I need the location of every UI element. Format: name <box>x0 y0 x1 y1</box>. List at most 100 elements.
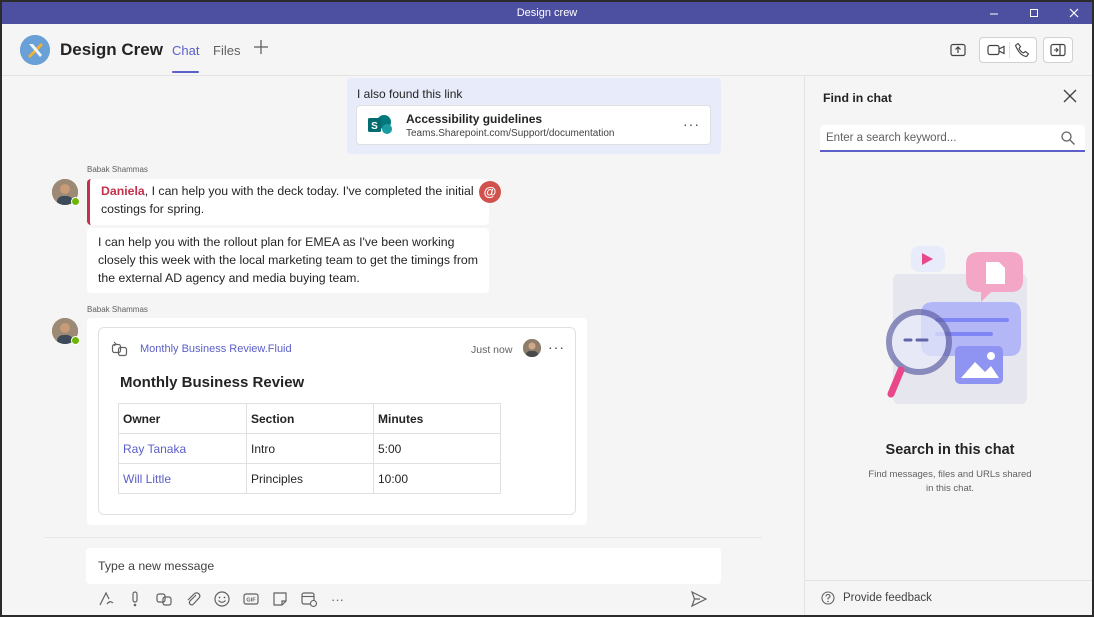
send-icon[interactable] <box>690 590 708 608</box>
table-row: Ray Tanaka Intro 5:00 <box>118 433 501 464</box>
message-text: , I can help you with the deck today. I'… <box>101 184 474 216</box>
sticker-button[interactable] <box>270 590 289 609</box>
active-tab-indicator <box>172 71 199 73</box>
attach-icon <box>187 592 200 606</box>
group-avatar <box>20 35 50 65</box>
chat-title: Design Crew <box>60 40 163 59</box>
format-icon <box>98 591 113 606</box>
svg-text:GIF: GIF <box>246 598 256 604</box>
owner-cell[interactable]: Will Little <box>118 463 247 494</box>
chat-header: Design Crew Chat Files <box>2 24 1092 76</box>
close-window-button[interactable] <box>1056 2 1092 24</box>
app-window: Design crew Design Crew Chat Files I als… <box>0 0 1094 617</box>
video-camera-icon <box>986 44 1005 56</box>
section-cell[interactable]: Intro <box>246 433 374 464</box>
link-more-options-button[interactable]: ··· <box>683 116 700 132</box>
link-title[interactable]: Accessibility guidelines <box>406 112 542 126</box>
search-illustration-icon <box>886 246 1027 404</box>
minutes-cell[interactable]: 5:00 <box>373 433 501 464</box>
person-avatar-icon <box>523 339 541 357</box>
link-url: Teams.Sharepoint.com/Support/documentati… <box>406 128 615 139</box>
minutes-cell[interactable]: 10:00 <box>373 463 501 494</box>
column-header-section: Section <box>246 403 374 434</box>
search-input[interactable] <box>826 129 1051 147</box>
tab-chat[interactable]: Chat <box>172 43 199 58</box>
loop-icon <box>155 593 172 606</box>
minimize-button[interactable] <box>976 2 1012 24</box>
feedback-label: Provide feedback <box>843 592 932 604</box>
window-title: Design crew <box>516 7 578 19</box>
review-table: Owner Section Minutes Ray Tanaka Intro 5… <box>118 403 501 494</box>
presence-available-badge <box>71 336 80 345</box>
loop-title: Monthly Business Review <box>120 374 305 391</box>
mention-icon: @ <box>479 181 501 203</box>
phone-icon <box>1014 42 1029 58</box>
message-bubble[interactable]: Daniela, I can help you with the deck to… <box>87 179 489 225</box>
message-bubble[interactable]: Monthly Business Review.Fluid Just now ·… <box>87 318 587 525</box>
message-bubble[interactable]: I can help you with the rollout plan for… <box>87 228 489 293</box>
sticker-icon <box>272 592 287 606</box>
plus-icon <box>254 40 268 54</box>
loop-component-icon <box>111 341 128 357</box>
minimize-icon <box>990 13 998 15</box>
panel-title: Find in chat <box>823 91 892 105</box>
help-icon <box>821 591 835 605</box>
close-icon[interactable] <box>1062 88 1078 104</box>
section-cell[interactable]: Principles <box>246 463 374 494</box>
divider <box>805 580 1092 581</box>
sharepoint-icon: S <box>368 115 392 134</box>
schedule-meeting-button[interactable] <box>299 590 318 609</box>
empty-state-heading: Search in this chat <box>885 442 1015 458</box>
mention[interactable]: Daniela <box>101 184 145 198</box>
priority-button[interactable] <box>125 590 144 609</box>
timestamp: Just now <box>471 344 513 356</box>
video-call-button[interactable] <box>986 43 1005 57</box>
provide-feedback-link[interactable]: Provide feedback <box>821 591 932 605</box>
sender-name: Babak Shammas <box>87 305 148 314</box>
table-header-row: Owner Section Minutes <box>118 403 501 434</box>
emoji-icon <box>213 591 230 607</box>
collaborator-avatar <box>523 339 541 357</box>
attach-button[interactable] <box>183 590 202 609</box>
call-buttons <box>979 37 1037 63</box>
gif-icon: GIF <box>242 593 259 605</box>
share-screen-icon <box>950 43 966 57</box>
search-field[interactable] <box>820 125 1085 152</box>
maximize-button[interactable] <box>1016 2 1052 24</box>
message-text: I can help you with the rollout plan for… <box>98 235 478 285</box>
toggle-side-panel-button[interactable] <box>1043 37 1073 63</box>
side-panel-icon <box>1050 43 1066 57</box>
table-row: Will Little Principles 10:00 <box>118 463 501 494</box>
compose-box[interactable]: Type a new message <box>86 548 721 584</box>
link-preview-card[interactable]: S Accessibility guidelines Teams.Sharepo… <box>356 105 711 145</box>
emoji-button[interactable] <box>212 590 231 609</box>
message-input[interactable]: Type a new message <box>98 559 214 573</box>
find-in-chat-panel: Find in chat Search in <box>804 76 1092 615</box>
title-bar: Design crew <box>2 2 1092 24</box>
close-icon <box>1069 8 1079 18</box>
own-message-bubble[interactable]: I also found this link S Accessibility g… <box>347 78 721 154</box>
schedule-meeting-icon <box>300 592 317 608</box>
loop-component-card[interactable]: Monthly Business Review.Fluid Just now ·… <box>98 327 576 515</box>
loop-file-link[interactable]: Monthly Business Review.Fluid <box>140 343 292 355</box>
share-screen-button[interactable] <box>943 37 973 63</box>
column-header-owner: Owner <box>118 403 247 434</box>
owner-cell[interactable]: Ray Tanaka <box>118 433 247 464</box>
more-options-button[interactable]: ··· <box>328 590 347 609</box>
column-header-minutes: Minutes <box>373 403 501 434</box>
compose-toolbar: GIF ··· <box>96 588 347 610</box>
chat-message-area[interactable]: I also found this link S Accessibility g… <box>2 76 804 615</box>
svg-text:S: S <box>371 121 378 132</box>
format-button[interactable] <box>96 590 115 609</box>
tab-files[interactable]: Files <box>213 43 240 58</box>
search-icon[interactable] <box>1060 130 1076 146</box>
add-tab-button[interactable] <box>253 38 269 61</box>
loop-button[interactable] <box>154 590 173 609</box>
empty-state-description: Find messages, files and URLs shared in … <box>868 469 1032 494</box>
maximize-icon <box>1030 9 1038 17</box>
divider <box>44 537 762 538</box>
audio-call-button[interactable] <box>1014 42 1030 58</box>
loop-more-options-button[interactable]: ··· <box>548 339 565 355</box>
design-crew-logo-icon <box>20 35 50 65</box>
gif-button[interactable]: GIF <box>241 590 260 609</box>
